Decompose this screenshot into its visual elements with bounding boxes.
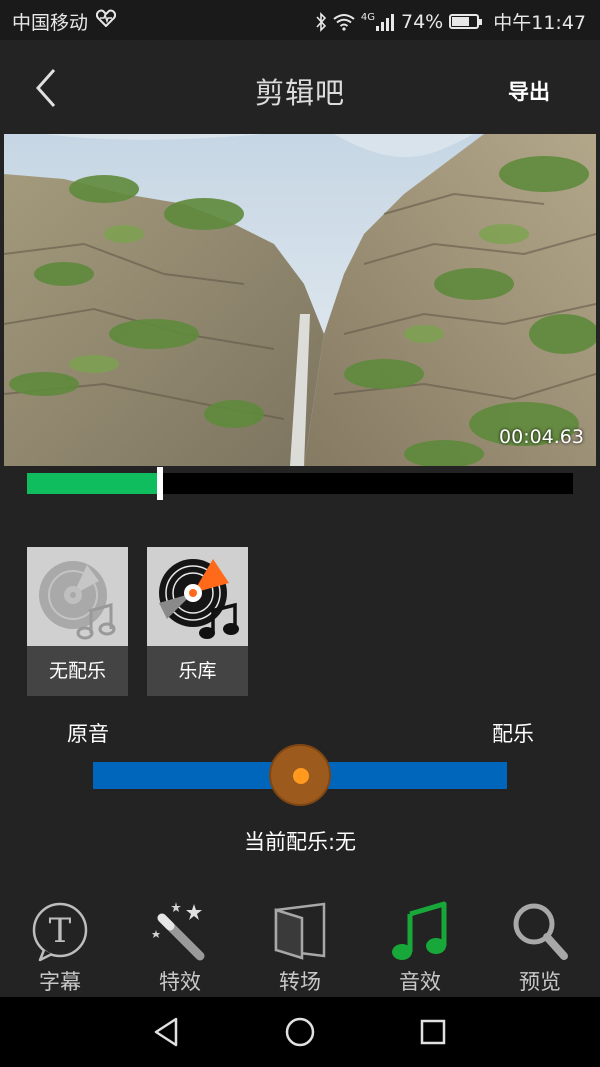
no-music-disc-icon: [39, 561, 116, 640]
app-header: 剪辑吧 导出: [0, 40, 600, 134]
bluetooth-icon: [316, 11, 326, 32]
tab-preview-label: 预览: [519, 970, 561, 994]
music-library-option[interactable]: 乐库: [147, 547, 248, 696]
status-bar: 中国移动 4G 74% 中午11:47: [0, 0, 600, 40]
music-note-icon: [392, 901, 447, 960]
status-indicators: 4G 74% 中午11:47: [315, 8, 586, 35]
audio-mix-slider-knob[interactable]: [269, 744, 331, 806]
tab-subtitle-label: 字幕: [39, 970, 81, 994]
battery-percent: 74%: [401, 10, 444, 33]
video-frame-image: [4, 134, 596, 466]
back-chevron-icon[interactable]: [28, 66, 64, 110]
no-music-option[interactable]: 无配乐: [27, 547, 128, 696]
timeline-scrubber[interactable]: [27, 467, 573, 500]
back-triangle-icon[interactable]: [150, 1015, 184, 1049]
wifi-icon: [333, 13, 355, 31]
home-circle-icon[interactable]: [283, 1015, 317, 1049]
tab-subtitle[interactable]: T 字幕: [0, 892, 120, 997]
music-library-thumbnail: [147, 547, 248, 646]
background-music-label: 配乐: [492, 722, 534, 746]
original-audio-label: 原音: [67, 722, 109, 746]
timeline-handle[interactable]: [157, 467, 164, 500]
subtitle-t-icon: T: [32, 902, 88, 962]
clock: 中午11:47: [493, 12, 586, 34]
tab-effects[interactable]: 特效: [120, 892, 240, 997]
bottom-tab-bar: T 字幕 特效 转场 音效 预览: [0, 892, 600, 997]
system-nav-bar: [0, 997, 600, 1067]
timeline-progress: [27, 473, 159, 494]
tab-effects-label: 特效: [159, 970, 201, 994]
tab-transition[interactable]: 转场: [240, 892, 360, 997]
health-heart-icon: [96, 9, 116, 27]
transition-icon: [274, 902, 326, 960]
battery-icon: [449, 14, 483, 29]
tab-audio-label: 音效: [399, 970, 441, 994]
recents-square-icon[interactable]: [416, 1015, 450, 1049]
tab-audio[interactable]: 音效: [360, 892, 480, 997]
network-type: 4G: [360, 12, 375, 23]
tab-preview[interactable]: 预览: [480, 892, 600, 997]
no-music-thumbnail: [27, 547, 128, 646]
video-timecode: 00:04.63: [499, 426, 584, 448]
magnifier-icon: [513, 903, 568, 960]
tab-transition-label: 转场: [279, 970, 321, 994]
magic-wand-icon: [152, 902, 205, 961]
music-library-label: 乐库: [147, 646, 248, 696]
svg-text:T: T: [49, 911, 72, 951]
no-music-label: 无配乐: [27, 646, 128, 696]
signal-icon: [376, 13, 394, 31]
carrier-name: 中国移动: [12, 12, 89, 34]
music-library-disc-icon: [159, 559, 239, 639]
video-preview[interactable]: 00:04.63: [4, 134, 596, 466]
export-button[interactable]: 导出: [508, 76, 550, 106]
current-music-status: 当前配乐:无: [243, 830, 357, 854]
